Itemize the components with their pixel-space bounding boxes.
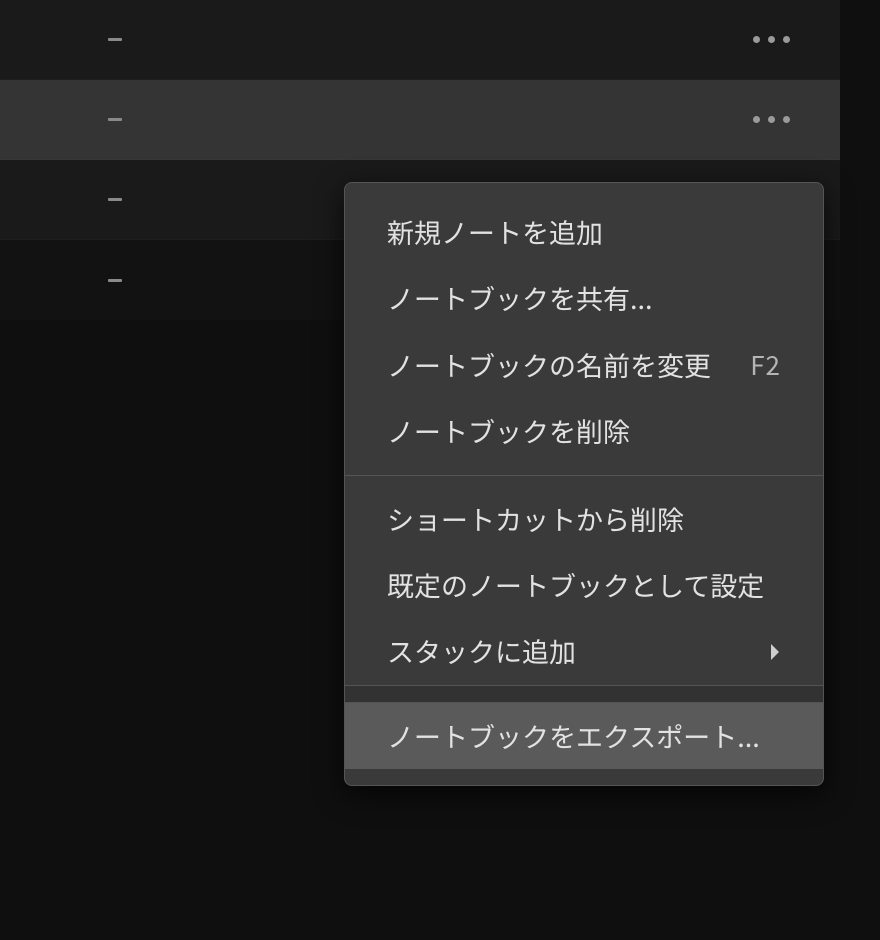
menu-item-share-notebook[interactable]: ノートブックを共有... (345, 265, 823, 331)
menu-item-label: ショートカットから削除 (387, 503, 684, 535)
more-icon[interactable] (743, 106, 800, 133)
menu-item-set-default-notebook[interactable]: 既定のノートブックとして設定 (345, 552, 823, 618)
chevron-right-icon (769, 644, 781, 660)
menu-item-label: 既定のノートブックとして設定 (387, 569, 764, 601)
menu-item-rename-notebook[interactable]: ノートブックの名前を変更 F2 (345, 332, 823, 398)
menu-item-remove-shortcut[interactable]: ショートカットから削除 (345, 486, 823, 552)
menu-separator (345, 685, 823, 703)
more-icon[interactable] (743, 26, 800, 53)
menu-item-add-to-stack[interactable]: スタックに追加 (345, 618, 823, 684)
menu-item-delete-notebook[interactable]: ノートブックを削除 (345, 398, 823, 464)
menu-item-add-note[interactable]: 新規ノートを追加 (345, 199, 823, 265)
list-item[interactable] (0, 0, 840, 80)
menu-separator (345, 475, 823, 476)
dash-icon (108, 198, 122, 201)
dash-icon (108, 38, 122, 41)
menu-item-shortcut: F2 (750, 349, 781, 380)
menu-item-export-notebook[interactable]: ノートブックをエクスポート... (345, 703, 823, 769)
menu-item-label: ノートブックを削除 (387, 415, 630, 447)
list-item[interactable] (0, 80, 840, 160)
menu-item-label: スタックに追加 (387, 635, 576, 667)
context-menu: 新規ノートを追加 ノートブックを共有... ノートブックの名前を変更 F2 ノー… (344, 182, 824, 786)
dash-icon (108, 118, 122, 121)
menu-item-label: 新規ノートを追加 (387, 216, 603, 248)
menu-item-label: ノートブックの名前を変更 (387, 349, 711, 381)
menu-item-label: ノートブックをエクスポート... (387, 720, 760, 752)
dash-icon (108, 279, 122, 282)
menu-item-label: ノートブックを共有... (387, 282, 653, 314)
